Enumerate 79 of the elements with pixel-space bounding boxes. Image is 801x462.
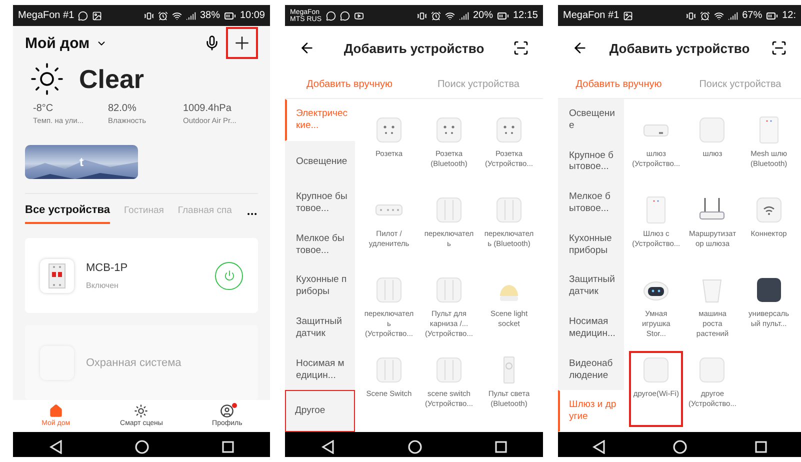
device-card[interactable]: MCB-1P Включен [25, 238, 258, 313]
sun-icon [134, 404, 148, 418]
category-item[interactable]: Электрические... [285, 99, 355, 141]
square-device-icon [642, 356, 670, 384]
socket-icon [495, 116, 523, 144]
socket-icon [375, 116, 403, 144]
carrier-name: MegaFon #1 [563, 10, 620, 20]
recents-icon[interactable] [222, 441, 234, 453]
wall-switch-icon [375, 276, 403, 304]
home-icon[interactable] [135, 440, 150, 454]
clock-time: 12: [782, 10, 796, 21]
back-arrow-icon[interactable] [299, 40, 315, 56]
battery-icon [766, 10, 778, 22]
page-title: Добавить устройство [342, 40, 486, 56]
wall-switch-icon [435, 196, 463, 224]
signal-icon [186, 10, 196, 20]
weather-condition: Clear [79, 64, 144, 94]
wall-switch-icon [435, 356, 463, 384]
wifi-icon [714, 10, 724, 20]
square-device-icon [698, 356, 726, 384]
battery-icon [496, 10, 509, 22]
power-icon [224, 270, 234, 281]
banner-label: t [80, 155, 84, 170]
home-title[interactable]: Мой дом [25, 34, 90, 52]
recents-icon[interactable] [755, 441, 768, 453]
recents-icon[interactable] [494, 441, 507, 453]
device-name: Охранная система [86, 356, 182, 368]
home-icon [48, 404, 63, 418]
device-name: MCB-1P [86, 262, 129, 274]
microphone-icon[interactable] [204, 35, 220, 52]
image-icon [623, 10, 634, 20]
wall-switch-icon [375, 356, 403, 384]
vibrate-icon [416, 10, 427, 20]
scan-icon[interactable] [513, 40, 529, 56]
wifi-icon [444, 10, 455, 20]
back-icon[interactable] [321, 440, 336, 454]
carrier-name: MegaFon #1 [18, 10, 74, 20]
weather-value: -8°C [33, 103, 54, 114]
signal-icon [458, 10, 469, 20]
weather-value: 1009.4hPa [183, 103, 232, 114]
alarm-icon [158, 10, 168, 20]
home-icon[interactable] [408, 440, 422, 454]
clock-time: 10:09 [240, 10, 265, 21]
square-device-icon [754, 276, 783, 304]
category-item[interactable]: Шлюз и другие [558, 390, 624, 432]
chat-icon [78, 10, 88, 20]
clock-time: 12:15 [512, 10, 538, 21]
weather-value: 82.0% [108, 103, 138, 114]
add-button[interactable] [226, 27, 258, 60]
room-tab[interactable]: Все устройства [25, 204, 110, 224]
alarm-icon [700, 10, 710, 20]
back-icon[interactable] [592, 440, 606, 454]
battery-percent: 20% [472, 10, 493, 21]
wifi-icon [754, 196, 783, 224]
signal-icon [728, 10, 738, 20]
page-title: Добавить устройство [608, 40, 751, 56]
battery-icon [224, 10, 236, 22]
scan-icon[interactable] [771, 40, 787, 56]
battery-percent: 38% [200, 10, 220, 21]
home-icon[interactable] [673, 440, 688, 454]
wall-switch-icon [435, 276, 463, 304]
vibrate-icon [144, 10, 154, 20]
square-device-icon [698, 116, 726, 144]
sun-icon [29, 61, 65, 97]
video-icon [354, 10, 364, 20]
back-icon[interactable] [49, 440, 64, 454]
vibrate-icon [686, 10, 696, 20]
wall-switch-icon [495, 196, 523, 224]
mode-tab[interactable]: Добавить вручную [558, 70, 680, 98]
breaker-icon [47, 262, 67, 288]
device-status: Включен [86, 280, 120, 290]
wifi-icon [172, 10, 182, 20]
profile-icon [220, 404, 234, 418]
category-item[interactable]: Другое [285, 390, 355, 432]
mode-tab[interactable]: Добавить вручную [285, 70, 414, 98]
image-icon [92, 10, 102, 20]
alarm-icon [430, 10, 441, 20]
socket-icon [435, 116, 463, 144]
battery-percent: 67% [742, 10, 762, 21]
